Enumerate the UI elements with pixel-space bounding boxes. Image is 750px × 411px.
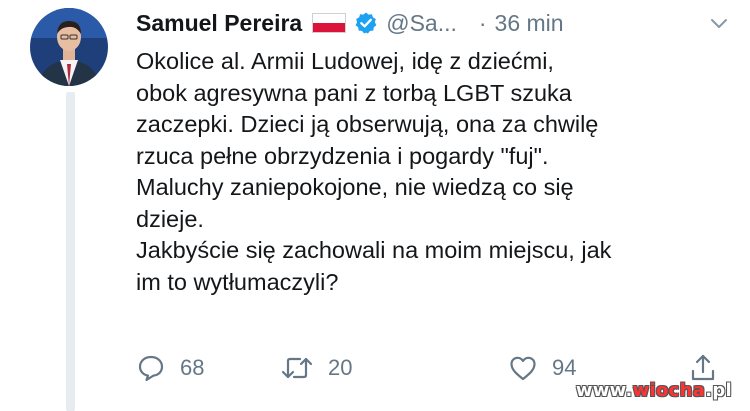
- tweet-text-line: dzieje.: [136, 205, 204, 232]
- site-watermark: www.wiocha.pl: [576, 380, 732, 401]
- watermark-prefix: www.: [575, 380, 633, 401]
- tweet-text-line: zaczepki. Dzieci ją obserwują, ona za ch…: [136, 111, 599, 137]
- retweet-button[interactable]: 20: [280, 350, 352, 386]
- heart-icon: [510, 356, 536, 381]
- tweet-text-line: Maluchy zaniepokojone, nie wiedzą co się: [136, 174, 574, 200]
- tweet-text-line: obok agresywna pani z torbą LGBT szuka: [136, 79, 572, 106]
- tweet-text-line: Jakbyście się zachowali na moim miejscu,…: [136, 237, 612, 263]
- verified-badge-icon: [355, 12, 377, 34]
- poland-flag-icon: [312, 13, 347, 33]
- tweet-text-line: im to wytłumaczyli?: [136, 268, 339, 295]
- author-name[interactable]: Samuel Pereira: [136, 10, 302, 37]
- reply-button[interactable]: 68: [136, 350, 204, 386]
- avatar-image: [30, 8, 108, 86]
- like-count: 94: [552, 355, 577, 380]
- reply-count: 68: [180, 355, 205, 380]
- watermark-suffix: .pl: [705, 380, 732, 401]
- chevron-down-icon[interactable]: [708, 12, 730, 34]
- tweet-timestamp[interactable]: 36 min: [495, 10, 564, 37]
- share-icon: [691, 354, 715, 381]
- tweet-text-line: rzuca pełne obrzydzenia i pogardy "fuj".: [136, 142, 549, 169]
- tweet-text-line: Okolice al. Armii Ludowej, idę z dziećmi…: [136, 48, 554, 74]
- like-button[interactable]: 94: [508, 350, 576, 386]
- retweet-count: 20: [328, 355, 353, 380]
- author-handle[interactable]: @Sa...: [386, 10, 457, 37]
- header-separator: ·: [478, 9, 487, 36]
- watermark-brand: wiocha: [632, 380, 706, 401]
- reply-icon: [138, 355, 164, 382]
- tweet-header: Samuel Pereira @Sa... · 36 min: [136, 6, 730, 40]
- tweet-text: Okolice al. Armii Ludowej, idę z dziećmi…: [136, 46, 736, 298]
- avatar[interactable]: [30, 8, 108, 86]
- thread-line: [66, 92, 75, 411]
- retweet-icon: [281, 357, 313, 379]
